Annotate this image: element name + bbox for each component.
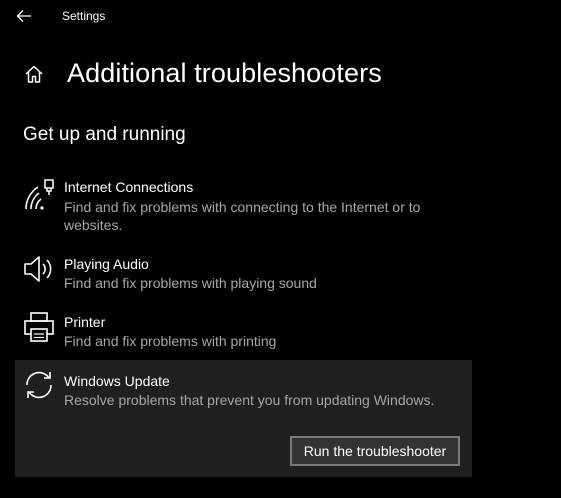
troubleshooter-internet-connections[interactable]: Internet Connections Find and fix proble…: [15, 172, 472, 236]
title-bar: Settings: [0, 0, 561, 32]
run-troubleshooter-button[interactable]: Run the troubleshooter: [290, 436, 460, 466]
sync-icon: [26, 371, 52, 399]
section-title: Get up and running: [23, 124, 186, 145]
back-arrow-icon: [16, 10, 31, 22]
troubleshooter-name: Playing Audio: [64, 256, 149, 272]
troubleshooter-description: Find and fix problems with connecting to…: [64, 199, 421, 233]
wifi-network-icon: [25, 179, 54, 210]
troubleshooter-name: Internet Connections: [64, 179, 194, 195]
home-button[interactable]: [22, 62, 46, 86]
troubleshooter-description: Resolve problems that prevent you from u…: [64, 392, 435, 408]
app-title: Settings: [62, 9, 106, 23]
back-button[interactable]: [10, 4, 38, 28]
troubleshooter-description: Find and fix problems with printing: [64, 333, 277, 349]
page-header: Additional troubleshooters: [0, 52, 561, 96]
speaker-icon: [24, 256, 52, 282]
troubleshooter-name: Printer: [64, 314, 106, 330]
page-title: Additional troubleshooters: [67, 58, 382, 88]
troubleshooter-playing-audio[interactable]: Playing Audio Find and fix problems with…: [15, 250, 472, 296]
troubleshooter-windows-update[interactable]: Windows Update Resolve problems that pre…: [15, 360, 472, 477]
troubleshooter-name: Windows Update: [64, 373, 170, 389]
troubleshooter-printer[interactable]: Printer Find and fix problems with print…: [15, 308, 472, 354]
troubleshooter-description: Find and fix problems with playing sound: [64, 275, 317, 291]
home-icon: [25, 65, 43, 83]
printer-icon: [24, 312, 54, 342]
